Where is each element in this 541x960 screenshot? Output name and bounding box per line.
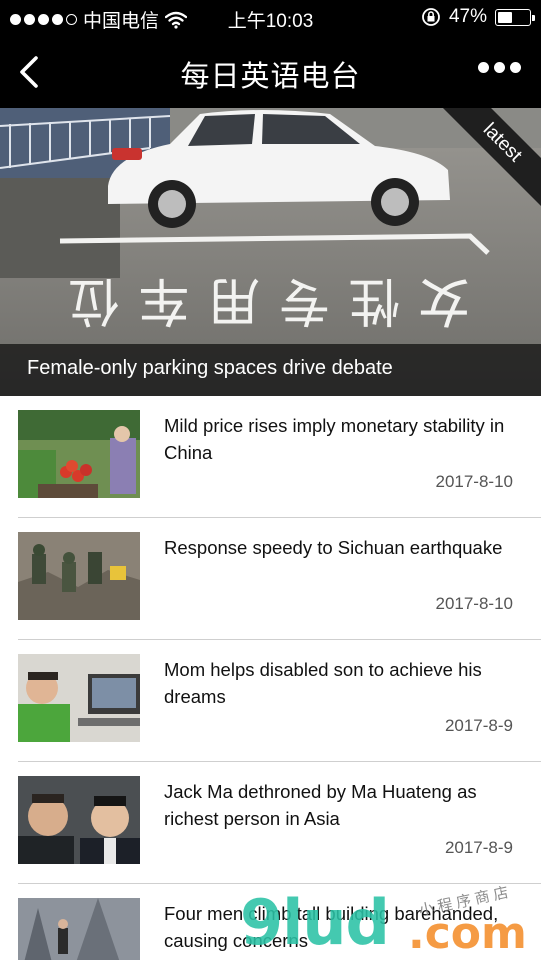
battery-percent: 47% [448, 6, 487, 27]
news-date: 2017-8-9 [444, 716, 513, 735]
hero-caption-bar: Female-only parking spaces drive debate [0, 344, 541, 396]
news-headline: Mom helps disabled son to achieve his dr… [164, 659, 482, 707]
news-headline: Mild price rises imply monetary stabilit… [164, 415, 505, 463]
more-dots-icon[interactable] [478, 62, 521, 73]
battery-icon [495, 8, 535, 26]
orientation-lock-icon [422, 8, 440, 26]
thumbnail-image [18, 898, 140, 960]
list-item[interactable]: Response speedy to Sichuan earthquake 20… [0, 518, 541, 640]
thumbnail-image [18, 532, 140, 620]
status-bar: 中国电信 上午10:03 47% [0, 0, 541, 36]
hero-banner[interactable]: 女性专用车位 latest Female-only parking spaces… [0, 108, 541, 396]
thumbnail-image [18, 410, 140, 498]
news-list: Mild price rises imply monetary stabilit… [0, 396, 541, 960]
list-item[interactable]: Mild price rises imply monetary stabilit… [0, 396, 541, 518]
news-date: 2017-8-10 [435, 594, 513, 613]
list-item[interactable]: Jack Ma dethroned by Ma Huateng as riche… [0, 762, 541, 884]
news-date: 2017-8-9 [444, 838, 513, 857]
thumbnail-image [18, 654, 140, 742]
thumbnail-image [18, 776, 140, 864]
hero-caption: Female-only parking spaces drive debate [27, 357, 393, 379]
page-title: 每日英语电台 [180, 59, 361, 93]
watermark-brand: 9lud [240, 886, 390, 959]
list-item[interactable]: Mom helps disabled son to achieve his dr… [0, 640, 541, 762]
painted-ground-text: 女性专用车位 [50, 270, 470, 330]
news-headline: Response speedy to Sichuan earthquake [164, 537, 503, 558]
watermark-logo: 9lud .com 小程序商店 [240, 882, 540, 960]
news-headline: Jack Ma dethroned by Ma Huateng as riche… [164, 781, 477, 829]
status-right: 47% [421, 6, 535, 28]
news-date: 2017-8-10 [435, 472, 513, 491]
battery-fill [498, 11, 512, 23]
nav-bar: 每日英语电台 [0, 36, 541, 108]
